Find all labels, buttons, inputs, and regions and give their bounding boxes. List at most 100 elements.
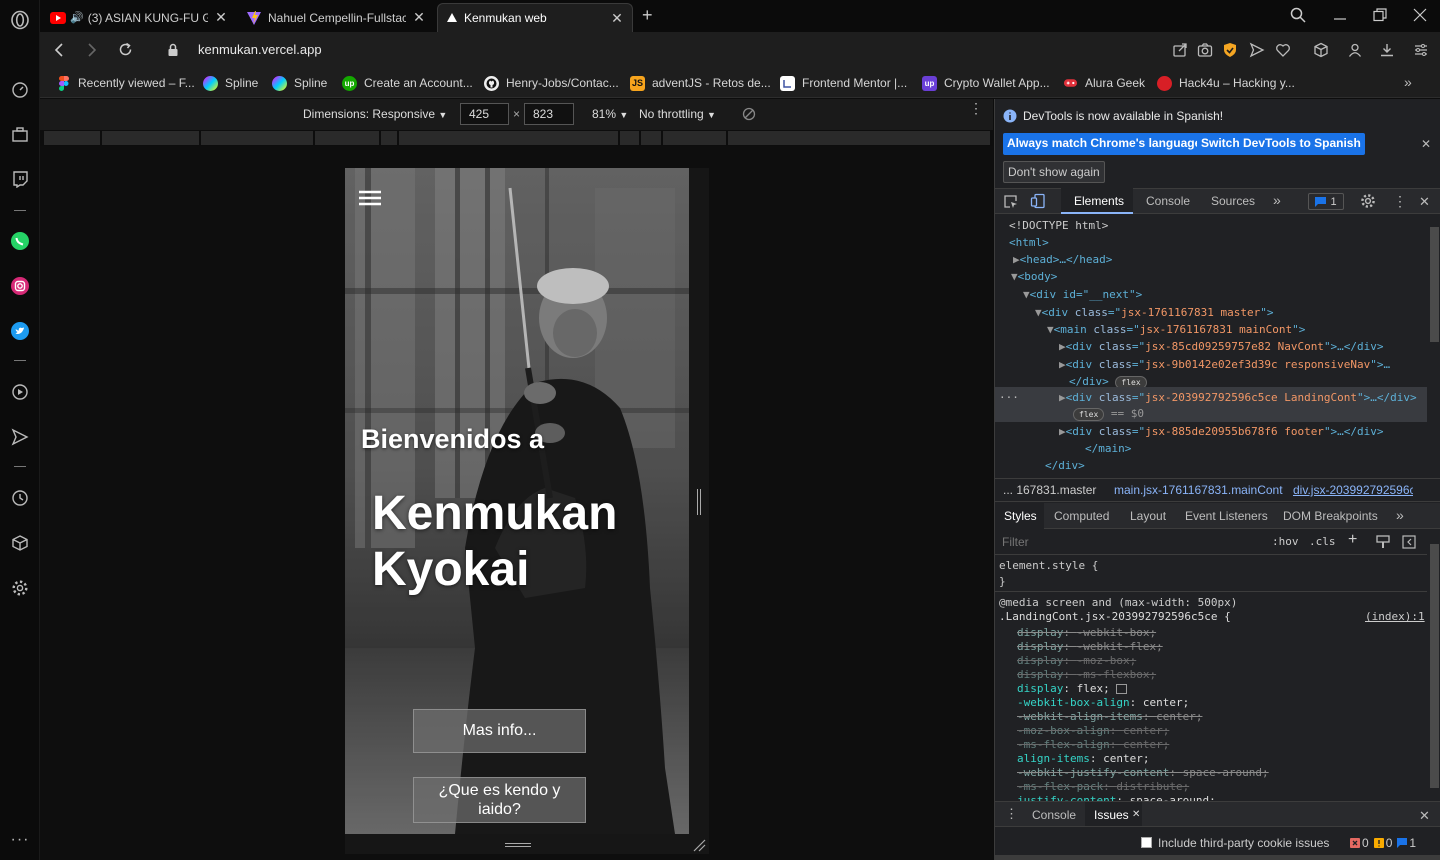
- styles-scrollbar[interactable]: [1427, 530, 1440, 800]
- tab-console[interactable]: Console: [1146, 194, 1190, 208]
- drawer-tab-console[interactable]: Console: [1032, 808, 1076, 822]
- bookmark-item[interactable]: JS adventJS - Retos de...: [630, 74, 771, 92]
- new-style-rule-icon[interactable]: +: [1348, 531, 1357, 549]
- camera-icon[interactable]: [1197, 42, 1213, 58]
- dom-footer-row[interactable]: ▶<div class="jsx-885de20955b678f6 footer…: [1059, 425, 1384, 438]
- dom-master-row[interactable]: ▼<div class="jsx-1761167831 master">: [1035, 306, 1273, 319]
- zoom-dropdown[interactable]: 81% ▼: [592, 107, 628, 121]
- dont-show-again-button[interactable]: Don't show again: [1003, 161, 1105, 183]
- kendo-info-button[interactable]: ¿Que es kendo y iaido?: [413, 777, 586, 823]
- dimensions-dropdown[interactable]: Dimensions: Responsive ▼: [303, 107, 447, 121]
- devtools-menu-icon[interactable]: ⋮: [1393, 193, 1407, 210]
- bookmark-item[interactable]: Recently viewed – F...: [56, 74, 195, 92]
- bookmark-item[interactable]: Spline: [203, 74, 258, 92]
- element-style-rule[interactable]: element.style {: [999, 559, 1098, 572]
- bookmark-item[interactable]: Frontend Mentor |...: [780, 74, 907, 92]
- close-devtools-icon[interactable]: ✕: [1419, 194, 1430, 210]
- hamburger-menu-icon[interactable]: [359, 190, 381, 206]
- css-declaration[interactable]: display: -moz-box;: [1017, 654, 1136, 667]
- player-icon[interactable]: [9, 381, 31, 403]
- bookmark-item[interactable]: Hack4u – Hacking y...: [1157, 74, 1295, 92]
- dom-landing-row[interactable]: ▶<div class="jsx-203992792596c5ce Landin…: [1059, 391, 1417, 404]
- dom-div-close[interactable]: </div>: [1045, 459, 1085, 472]
- close-tab-icon[interactable]: ✕: [610, 10, 624, 27]
- switch-spanish-button[interactable]: Switch DevTools to Spanish: [1197, 133, 1365, 155]
- tab-sources[interactable]: Sources: [1211, 194, 1255, 208]
- dom-next-row[interactable]: ▼<div id="__next">: [1023, 288, 1142, 301]
- profile-icon[interactable]: [1347, 42, 1363, 58]
- css-declaration[interactable]: display: -webkit-box;: [1017, 626, 1156, 639]
- rule-source-link[interactable]: (index):1: [1365, 610, 1425, 623]
- dom-html[interactable]: <html>: [1009, 236, 1049, 249]
- css-declaration[interactable]: -moz-box-align: center;: [1017, 724, 1169, 737]
- css-declaration[interactable]: display: flex;: [1017, 682, 1127, 695]
- whatsapp-icon[interactable]: [9, 230, 31, 252]
- restore-icon[interactable]: [1373, 8, 1387, 22]
- share-icon[interactable]: [1172, 42, 1188, 58]
- toggle-sidebar-icon[interactable]: [1402, 535, 1416, 549]
- bookmark-item[interactable]: up Crypto Wallet App...: [922, 74, 1050, 92]
- css-declaration[interactable]: -webkit-justify-content: space-around;: [1017, 766, 1269, 779]
- audio-icon[interactable]: 🔊: [70, 11, 84, 24]
- dom-main-row[interactable]: ▼<main class="jsx-1761167831 mainCont">: [1047, 323, 1305, 336]
- dom-head-row[interactable]: ▶<head>…</head>: [1013, 253, 1112, 266]
- tab-github[interactable]: Nahuel Cempellin-Fullstack ✕: [238, 3, 434, 32]
- back-icon[interactable]: [53, 43, 65, 57]
- reload-icon[interactable]: [118, 42, 133, 57]
- twitch-icon[interactable]: [9, 168, 31, 190]
- device-more-options-icon[interactable]: ⋮: [969, 101, 983, 115]
- resize-handle-bottom[interactable]: [505, 843, 531, 847]
- width-input[interactable]: 425: [460, 103, 509, 125]
- breadcrumb-item[interactable]: div.jsx-203992792596c: [1293, 483, 1413, 497]
- resize-corner-icon[interactable]: [692, 838, 706, 852]
- dom-main-close[interactable]: </main>: [1085, 442, 1131, 455]
- css-declaration[interactable]: align-items: center;: [1017, 752, 1149, 765]
- bookmark-item[interactable]: Spline: [272, 74, 327, 92]
- issues-counter-button[interactable]: 1: [1308, 193, 1344, 210]
- more-dots-icon[interactable]: ···: [9, 829, 31, 851]
- breadcrumb-item[interactable]: ... 167831.master: [1003, 483, 1096, 497]
- cls-button[interactable]: .cls: [1309, 535, 1336, 548]
- hov-button[interactable]: :hov: [1272, 535, 1299, 548]
- bookmark-item[interactable]: up Create an Account...: [342, 74, 473, 92]
- opera-logo-icon[interactable]: [9, 9, 31, 31]
- paint-icon[interactable]: [1376, 535, 1390, 549]
- close-drawer-icon[interactable]: ✕: [1419, 808, 1430, 824]
- extensions-icon[interactable]: [1313, 42, 1329, 58]
- dom-navcont-row[interactable]: ▶<div class="jsx-85cd09259757e82 NavCont…: [1059, 340, 1384, 353]
- tab-kenmukan[interactable]: Kenmukan web ✕: [437, 3, 633, 32]
- speed-dial-icon[interactable]: [9, 79, 31, 101]
- flow-send-icon[interactable]: [1249, 42, 1265, 58]
- css-declaration[interactable]: -webkit-box-align: center;: [1017, 696, 1189, 709]
- rotate-icon[interactable]: [742, 107, 756, 121]
- history-icon[interactable]: [9, 487, 31, 509]
- dom-body-row[interactable]: ▼<body>: [1011, 270, 1057, 283]
- media-query-ruler[interactable]: [44, 131, 991, 145]
- url-field[interactable]: kenmukan.vercel.app: [198, 42, 322, 57]
- device-toggle-icon[interactable]: [1030, 193, 1046, 209]
- easy-setup-icon[interactable]: [1413, 42, 1429, 58]
- close-tab-icon[interactable]: ✕: [412, 9, 426, 26]
- forward-icon[interactable]: [86, 43, 98, 57]
- inspect-element-icon[interactable]: [1003, 194, 1018, 209]
- download-icon[interactable]: [1379, 42, 1395, 58]
- tab-computed[interactable]: Computed: [1054, 509, 1109, 523]
- tab-dom-breakpoints[interactable]: DOM Breakpoints: [1283, 509, 1378, 523]
- dom-responsive-row[interactable]: ▶<div class="jsx-9b0142e02ef3d39c respon…: [1059, 358, 1390, 371]
- twitter-icon[interactable]: [9, 320, 31, 342]
- dom-row-ellipsis[interactable]: ···: [999, 391, 1019, 404]
- css-declaration[interactable]: display: -ms-flexbox;: [1017, 668, 1156, 681]
- devtools-settings-icon[interactable]: [1360, 193, 1376, 209]
- tab-event-listeners[interactable]: Event Listeners: [1185, 509, 1268, 523]
- match-language-button[interactable]: Always match Chrome's language: [1003, 133, 1206, 155]
- close-tab-icon[interactable]: ✕: [214, 9, 228, 26]
- css-declaration[interactable]: -ms-flex-pack: distribute;: [1017, 780, 1189, 793]
- new-tab-button[interactable]: +: [642, 5, 653, 26]
- third-party-checkbox[interactable]: [1141, 837, 1152, 848]
- flex-badge[interactable]: flex: [1073, 408, 1105, 421]
- resize-handle-right[interactable]: [697, 489, 701, 515]
- throttling-dropdown[interactable]: No throttling ▼: [639, 107, 716, 121]
- minimize-icon[interactable]: [1333, 8, 1347, 22]
- close-issues-tab-icon[interactable]: ✕: [1132, 809, 1140, 820]
- close-window-icon[interactable]: [1413, 8, 1427, 22]
